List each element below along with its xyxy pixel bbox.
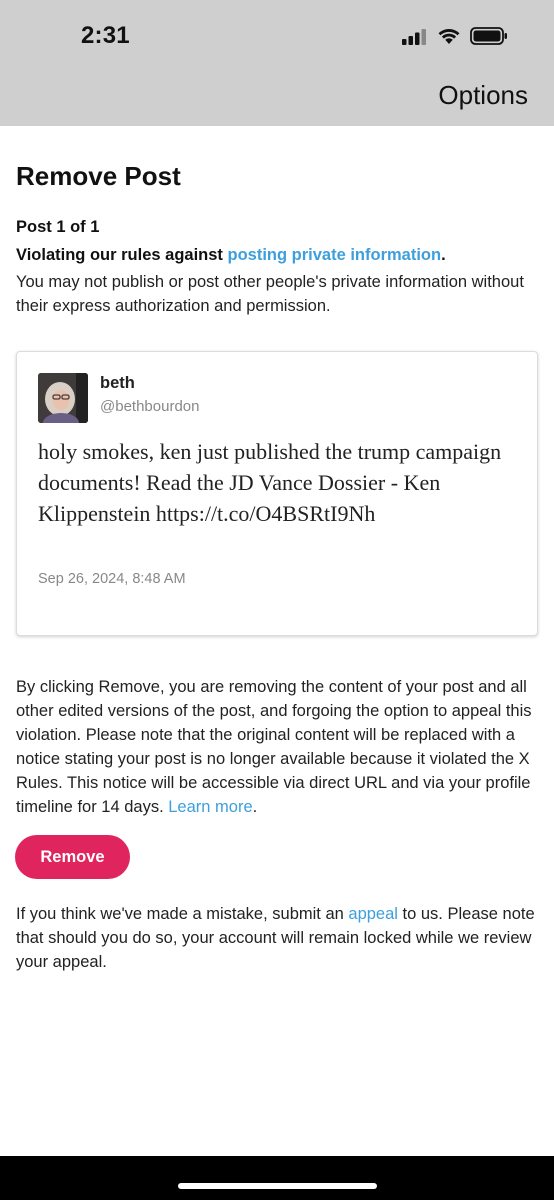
violation-description: You may not publish or post other people…: [16, 273, 524, 315]
home-bar-area: [0, 1156, 554, 1200]
appeal-prefix: If you think we've made a mistake, submi…: [16, 905, 349, 923]
main-content: Remove Post Post 1 of 1 Violating our ru…: [0, 126, 554, 1156]
signal-icon: [402, 28, 426, 45]
violation-rule-link[interactable]: posting private information: [228, 246, 442, 264]
tweet-timestamp: Sep 26, 2024, 8:48 AM: [38, 571, 186, 587]
appeal-link[interactable]: appeal: [348, 905, 398, 923]
learn-more-link[interactable]: Learn more: [168, 798, 252, 816]
violation-line: Violating our rules against posting priv…: [16, 246, 446, 265]
status-time: 2:31: [81, 22, 130, 49]
removal-explanation: By clicking Remove, you are removing the…: [16, 675, 541, 819]
tweet-author-handle: @bethbourdon: [100, 398, 200, 415]
tweet-text: holy smokes, ken just published the trum…: [38, 439, 502, 526]
appeal-text: If you think we've made a mistake, submi…: [16, 902, 541, 974]
violation-prefix: Violating our rules against: [16, 246, 228, 264]
explanation-suffix: .: [252, 798, 258, 816]
violation-suffix: .: [441, 246, 446, 264]
status-bar: 2:31: [0, 0, 554, 72]
status-icons: [402, 27, 508, 45]
page-title: Remove Post: [16, 161, 181, 191]
wifi-icon: [438, 29, 460, 44]
tweet-card: beth @bethbourdon holy smokes, ken just …: [16, 351, 538, 636]
battery-icon: [470, 27, 507, 45]
options-button[interactable]: Options: [438, 80, 528, 111]
tweet-author-name: beth: [100, 374, 135, 392]
avatar: [38, 373, 88, 423]
explanation-text: By clicking Remove, you are removing the…: [16, 678, 532, 816]
post-count: Post 1 of 1: [16, 218, 100, 236]
remove-button[interactable]: Remove: [15, 835, 130, 879]
home-indicator[interactable]: [178, 1183, 377, 1189]
nav-bar: Options: [0, 72, 554, 126]
